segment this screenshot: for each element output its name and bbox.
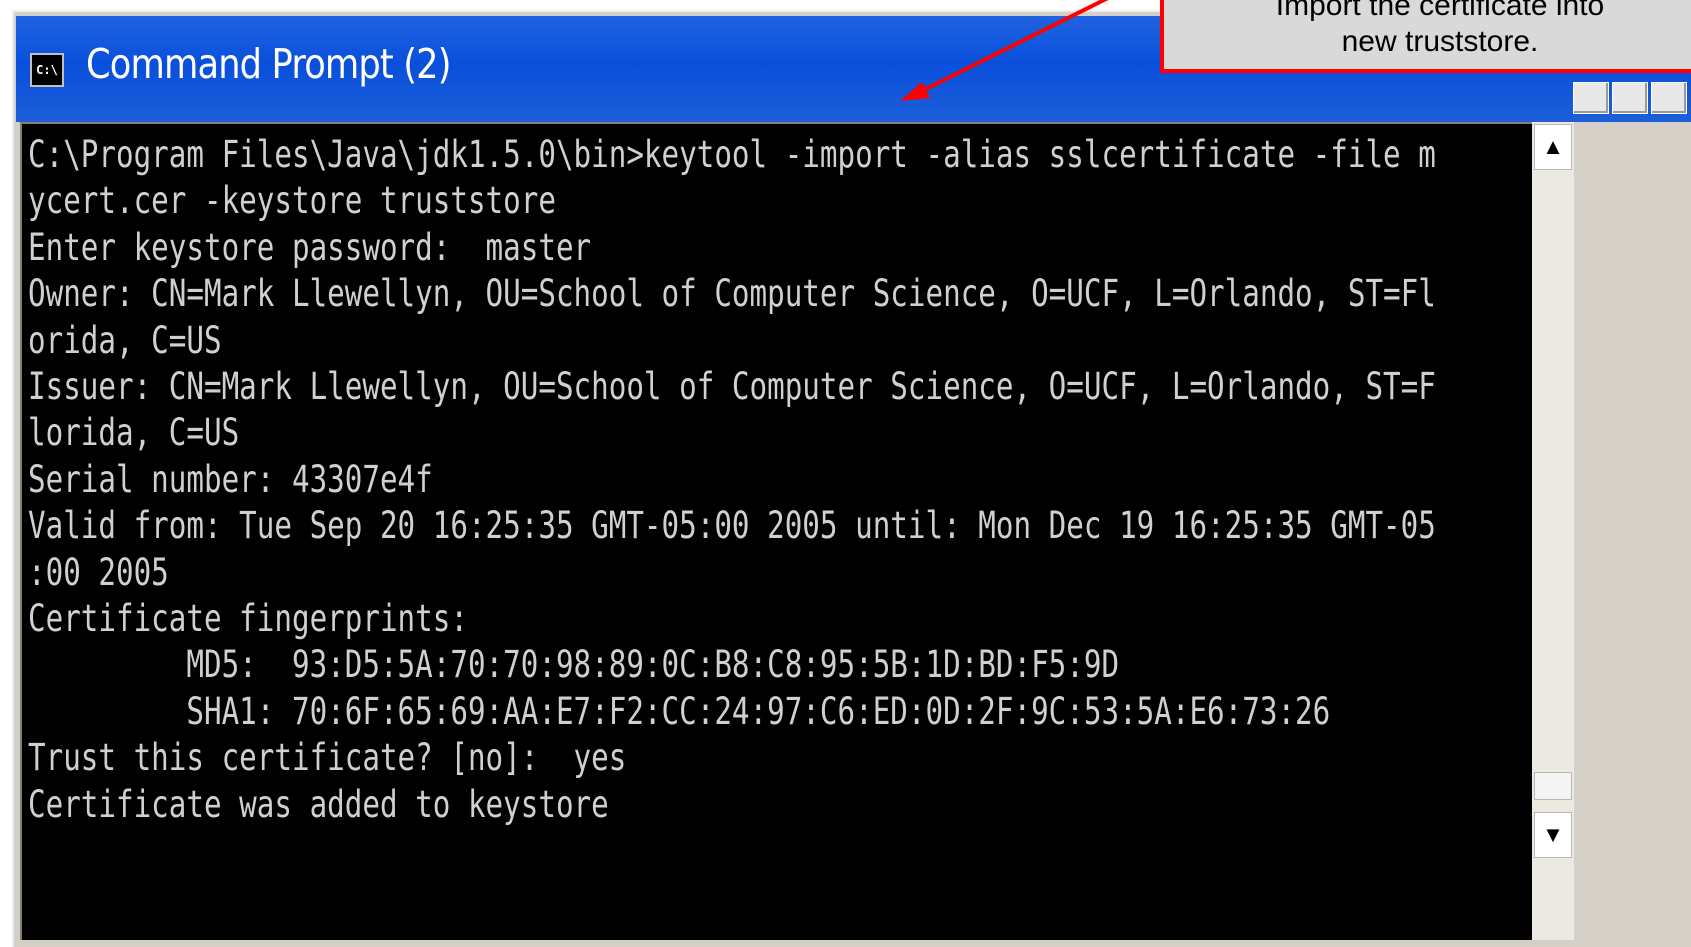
console-line: Enter keystore password: master (28, 225, 592, 269)
scroll-up-button[interactable]: ▲ (1534, 124, 1572, 170)
console-line: Certificate was added to keystore (28, 782, 609, 826)
console-line: :00 2005 (28, 550, 169, 594)
close-button[interactable] (1651, 82, 1687, 114)
console-line: Trust this certificate? [no]: yes (28, 736, 627, 780)
console-line: Serial number: 43307e4f (28, 457, 433, 501)
console-output[interactable]: C:\Program Files\Java\jdk1.5.0\bin>keyto… (20, 122, 1532, 940)
vertical-scrollbar[interactable]: ▲ ▼ (1532, 122, 1574, 940)
console-text: C:\Program Files\Java\jdk1.5.0\bin>keyto… (28, 132, 1436, 828)
console-line: Valid from: Tue Sep 20 16:25:35 GMT-05:0… (28, 504, 1436, 548)
maximize-button[interactable] (1612, 82, 1648, 114)
console-line: Issuer: CN=Mark Llewellyn, OU=School of … (28, 365, 1436, 409)
console-line: orida, C=US (28, 318, 222, 362)
callout-line-1: Import the certificate into (1275, 0, 1605, 22)
callout-line-2: new truststore. (1341, 25, 1539, 58)
minimize-button[interactable] (1573, 82, 1609, 114)
console-line: C:\Program Files\Java\jdk1.5.0\bin>keyto… (28, 133, 1436, 176)
command-prompt-window: C:\ Command Prompt (2) C:\Program Files\… (12, 10, 1691, 947)
window-controls (1573, 82, 1687, 114)
console-line: SHA1: 70:6F:65:69:AA:E7:F2:CC:24:97:C6:E… (28, 689, 1331, 733)
cmd-icon: C:\ (30, 53, 64, 87)
console-line: Owner: CN=Mark Llewellyn, OU=School of C… (28, 272, 1436, 316)
console-line: MD5: 93:D5:5A:70:70:98:89:0C:B8:C8:95:5B… (28, 643, 1120, 687)
console-line: lorida, C=US (28, 411, 240, 455)
console-line: Certificate fingerprints: (28, 597, 468, 641)
console-line: ycert.cer -keystore truststore (28, 179, 556, 223)
window-title: Command Prompt (2) (86, 40, 451, 88)
scrollbar-thumb[interactable] (1534, 772, 1572, 800)
annotation-callout: Import the certificate into new truststo… (1160, 0, 1691, 73)
scroll-down-button[interactable]: ▼ (1534, 812, 1572, 858)
